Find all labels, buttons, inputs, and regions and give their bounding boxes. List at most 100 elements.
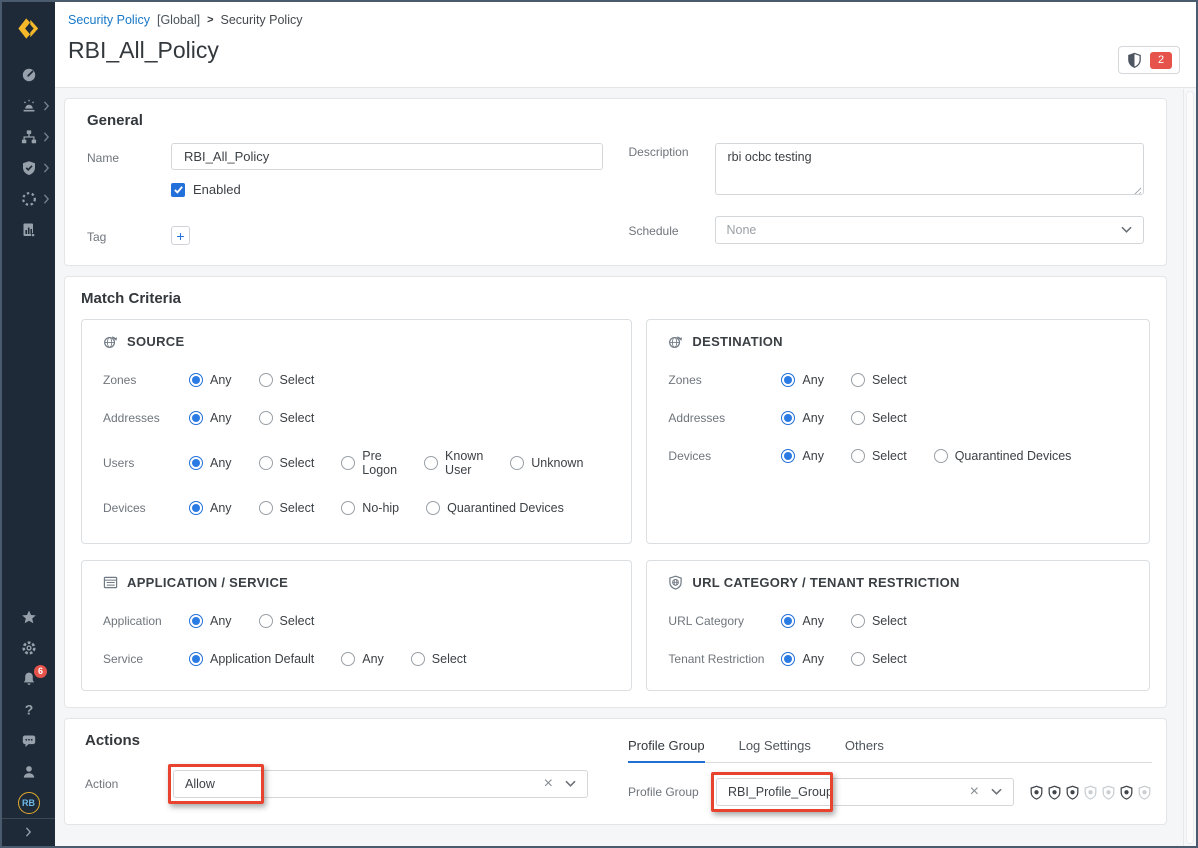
radio-option-any[interactable]: Any <box>341 652 384 666</box>
radio-label: Unknown <box>531 456 583 470</box>
radio-option-any[interactable]: Any <box>189 614 232 628</box>
radio-option-select[interactable]: Select <box>259 411 315 425</box>
criteria-row-label: Service <box>103 652 189 666</box>
brand-logo[interactable] <box>2 2 55 55</box>
nav-feedback[interactable] <box>2 725 55 756</box>
nav-alerts[interactable] <box>2 90 55 121</box>
radio-option-select[interactable]: Select <box>851 449 907 463</box>
application-service-panel: APPLICATION / SERVICE ApplicationAnySele… <box>81 560 632 691</box>
radio-option-any[interactable]: Any <box>781 373 824 387</box>
radio-option-application-default[interactable]: Application Default <box>189 652 314 666</box>
criteria-row-label: Tenant Restriction <box>668 652 781 666</box>
criteria-options: Any Select <box>781 652 933 666</box>
radio-label: Any <box>210 456 232 470</box>
destination-panel: DESTINATION ZonesAnySelectAddressesAnySe… <box>646 319 1150 544</box>
file-blocking-shield-icon <box>1083 785 1098 800</box>
breadcrumb-link-security-policy[interactable]: Security Policy <box>68 13 150 27</box>
radio-option-any[interactable]: Any <box>781 652 824 666</box>
svg-text:?: ? <box>24 702 33 718</box>
chevron-right-icon <box>43 163 50 173</box>
radio-label: Select <box>432 652 467 666</box>
general-heading: General <box>87 112 1144 129</box>
radio-icon <box>189 501 203 515</box>
match-criteria-heading: Match Criteria <box>81 290 1150 307</box>
nav-objects[interactable] <box>2 183 55 214</box>
nav-reports[interactable] <box>2 214 55 245</box>
radio-option-any[interactable]: Any <box>781 411 824 425</box>
profile-group-select[interactable]: RBI_Profile_Group × <box>716 778 1014 806</box>
radio-option-known-user[interactable]: Known User <box>424 449 483 477</box>
radio-option-any[interactable]: Any <box>189 411 232 425</box>
radio-option-pre-logon[interactable]: Pre Logon <box>341 449 397 477</box>
clear-icon[interactable]: × <box>544 776 553 792</box>
criteria-options: Any Select <box>781 411 933 425</box>
nav-settings[interactable] <box>2 632 55 663</box>
scrollbar-thumb[interactable] <box>1186 91 1194 844</box>
radio-option-select[interactable]: Select <box>259 373 315 387</box>
nav-favorites[interactable] <box>2 601 55 632</box>
breadcrumb-separator-icon: > <box>207 14 213 26</box>
nav-account[interactable]: RB <box>2 787 55 818</box>
dns-security-shield-icon <box>1137 785 1152 800</box>
radio-option-select[interactable]: Select <box>411 652 467 666</box>
form-content: General Name Enabled <box>55 88 1196 846</box>
radio-option-any[interactable]: Any <box>781 614 824 628</box>
nav-user[interactable] <box>2 756 55 787</box>
action-select[interactable]: Allow × <box>173 770 588 798</box>
policy-issues-button[interactable]: 2 <box>1118 46 1180 74</box>
chevron-right-icon <box>43 132 50 142</box>
radio-option-select[interactable]: Select <box>259 456 315 470</box>
radio-option-unknown[interactable]: Unknown <box>510 456 583 470</box>
radio-icon <box>510 456 524 470</box>
radio-option-select[interactable]: Select <box>851 411 907 425</box>
actions-heading: Actions <box>85 732 590 749</box>
radio-option-quarantined-devices[interactable]: Quarantined Devices <box>934 449 1072 463</box>
criteria-options: Any Select <box>189 411 341 425</box>
radio-option-select[interactable]: Select <box>851 652 907 666</box>
nav-dashboard[interactable] <box>2 59 55 90</box>
radio-label: Select <box>872 652 907 666</box>
profile-group-value: RBI_Profile_Group <box>728 785 833 799</box>
nav-network[interactable] <box>2 121 55 152</box>
nav-security[interactable] <box>2 152 55 183</box>
radio-label: No-hip <box>362 501 399 515</box>
chevron-right-icon <box>25 824 32 842</box>
radio-option-any[interactable]: Any <box>189 501 232 515</box>
radio-icon <box>781 614 795 628</box>
clear-icon[interactable]: × <box>970 784 979 800</box>
nav-help[interactable]: ? <box>2 694 55 725</box>
tab-others[interactable]: Others <box>845 734 884 762</box>
schedule-select[interactable]: None <box>715 216 1145 244</box>
radio-icon <box>341 652 355 666</box>
radio-icon <box>259 614 273 628</box>
radio-option-no-hip[interactable]: No-hip <box>341 501 399 515</box>
radio-option-any[interactable]: Any <box>781 449 824 463</box>
radio-option-quarantined-devices[interactable]: Quarantined Devices <box>426 501 564 515</box>
chat-icon <box>20 732 38 750</box>
radio-option-any[interactable]: Any <box>189 373 232 387</box>
sidebar-nav-top <box>2 59 55 245</box>
radio-option-select[interactable]: Select <box>259 614 315 628</box>
description-textarea[interactable]: rbi ocbc testing <box>715 143 1145 195</box>
radio-option-select[interactable]: Select <box>851 373 907 387</box>
criteria-row-label: Zones <box>103 373 189 387</box>
tab-profile-group[interactable]: Profile Group <box>628 734 705 762</box>
enabled-checkbox[interactable] <box>171 183 185 197</box>
radio-label: Any <box>210 501 232 515</box>
form-footer: * Required Field Cancel Save <box>64 835 1167 846</box>
add-tag-button[interactable]: + <box>171 226 190 245</box>
star-icon <box>20 608 38 626</box>
radio-option-select[interactable]: Select <box>851 614 907 628</box>
vertical-scrollbar[interactable] <box>1183 89 1196 846</box>
vulnerability-shield-icon <box>1047 785 1062 800</box>
name-input[interactable] <box>171 143 603 170</box>
schedule-value: None <box>727 223 757 237</box>
destination-panel-title: DESTINATION <box>692 334 782 349</box>
criteria-row: ServiceApplication Default Any Select <box>103 652 610 666</box>
radio-label: Any <box>802 449 824 463</box>
sidebar-collapse-button[interactable] <box>2 818 55 846</box>
radio-option-select[interactable]: Select <box>259 501 315 515</box>
tab-log-settings[interactable]: Log Settings <box>739 734 811 762</box>
nav-notifications[interactable]: 6 <box>2 663 55 694</box>
radio-option-any[interactable]: Any <box>189 456 232 470</box>
